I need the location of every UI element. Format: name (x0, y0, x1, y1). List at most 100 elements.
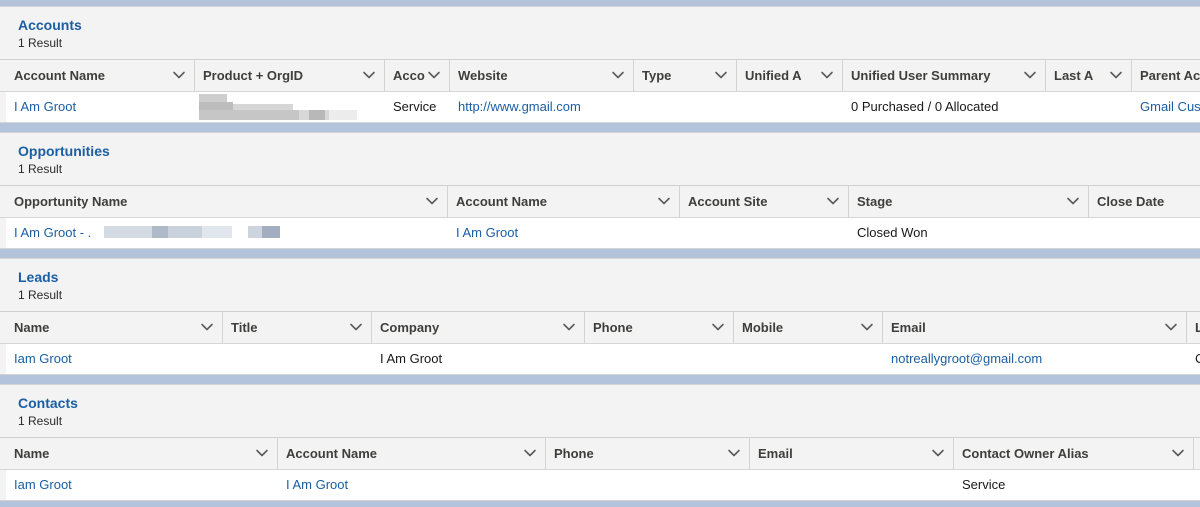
cell-website[interactable]: http://www.gmail.com (450, 92, 634, 122)
chevron-down-icon[interactable] (200, 320, 214, 334)
col-label: Name (14, 320, 50, 335)
redacted-block (199, 110, 299, 120)
account-name-link[interactable]: I Am Groot (456, 225, 518, 241)
col-website[interactable]: Website (450, 60, 634, 92)
chevron-down-icon[interactable] (1164, 320, 1178, 334)
col-label: Product + OrgID (203, 68, 304, 83)
chevron-down-icon[interactable] (931, 446, 945, 460)
col-last-a[interactable]: Last A (1046, 60, 1132, 92)
chevron-down-icon[interactable] (1023, 68, 1037, 82)
col-account-site[interactable]: Account Site (680, 186, 849, 218)
col-contact-owner-alias[interactable]: Contact Owner Alias (954, 438, 1194, 470)
lead-name-link[interactable]: Iam Groot (14, 351, 72, 367)
chevron-down-icon[interactable] (362, 68, 376, 82)
chevron-down-icon[interactable] (172, 68, 186, 82)
website-link[interactable]: http://www.gmail.com (458, 99, 581, 115)
chevron-down-icon[interactable] (711, 320, 725, 334)
chevron-down-icon[interactable] (349, 320, 363, 334)
leads-header: Leads 1 Result (0, 259, 1200, 311)
col-stage[interactable]: Stage (849, 186, 1089, 218)
col-phone[interactable]: Phone (546, 438, 750, 470)
col-unified-a[interactable]: Unified A (737, 60, 843, 92)
col-label: Opportunity Name (14, 194, 128, 209)
chevron-down-icon[interactable] (1109, 68, 1123, 82)
leads-title[interactable]: Leads (18, 269, 58, 286)
chevron-down-icon[interactable] (255, 446, 269, 460)
opportunity-name-link[interactable]: I Am Groot - . (14, 225, 91, 241)
col-account-name[interactable]: Account Name (448, 186, 680, 218)
col-type[interactable]: Type (634, 60, 737, 92)
contacts-section: Contacts 1 Result Name Account Name Phon… (0, 384, 1200, 501)
col-label: Acco (393, 68, 425, 83)
col-phone[interactable]: Phone (585, 312, 734, 344)
cell-phone (585, 344, 734, 374)
contact-name-link[interactable]: Iam Groot (14, 477, 72, 493)
chevron-down-icon[interactable] (523, 446, 537, 460)
opportunities-header: Opportunities 1 Result (0, 133, 1200, 185)
redacted-block (262, 226, 280, 238)
cell-email (750, 470, 954, 500)
cell-close-date (1089, 218, 1200, 248)
cell-email[interactable]: notreallygroot@gmail.com (883, 344, 1187, 374)
col-name[interactable]: Name (6, 312, 223, 344)
col-product-orgid[interactable]: Product + OrgID (195, 60, 385, 92)
redacted-block (199, 94, 227, 102)
col-opportunity-name[interactable]: Opportunity Name (6, 186, 448, 218)
col-mobile[interactable]: Mobile (734, 312, 883, 344)
col-label: Last A (1054, 68, 1094, 83)
chevron-down-icon[interactable] (611, 68, 625, 82)
col-l[interactable]: L (1187, 312, 1200, 344)
opportunities-result-count: 1 Result (18, 162, 63, 176)
col-acco[interactable]: Acco (385, 60, 450, 92)
chevron-down-icon[interactable] (860, 320, 874, 334)
cell-product-orgid (195, 92, 385, 122)
cell-name[interactable]: Iam Groot (6, 344, 223, 374)
leads-header-row: Name Title Company Phone Mobile Email L (0, 312, 1200, 344)
chevron-down-icon[interactable] (427, 68, 441, 82)
col-label: Phone (554, 446, 594, 461)
email-link[interactable]: notreallygroot@gmail.com (891, 351, 1042, 367)
redacted-block (202, 226, 232, 238)
accounts-title[interactable]: Accounts (18, 17, 82, 34)
parent-account-link[interactable]: Gmail Cus (1140, 99, 1200, 115)
chevron-down-icon[interactable] (826, 194, 840, 208)
chevron-down-icon[interactable] (1171, 446, 1185, 460)
col-company[interactable]: Company (372, 312, 585, 344)
chevron-down-icon[interactable] (820, 68, 834, 82)
cell-type (634, 92, 737, 122)
col-email[interactable]: Email (750, 438, 954, 470)
chevron-down-icon[interactable] (657, 194, 671, 208)
cell-name[interactable]: Iam Groot (6, 470, 278, 500)
cell-account-name[interactable]: I Am Groot (448, 218, 680, 248)
cell-opportunity-name[interactable]: I Am Groot - . (6, 218, 448, 248)
cell-parent[interactable]: Gmail Cus (1132, 92, 1200, 122)
table-row: Iam Groot I Am Groot notreallygroot@gmai… (0, 344, 1200, 374)
col-close-date[interactable]: Close Date (1089, 186, 1200, 218)
col-email[interactable]: Email (883, 312, 1187, 344)
col-label: Account Name (456, 194, 548, 209)
col-name[interactable]: Name (6, 438, 278, 470)
col-label: Account Name (286, 446, 378, 461)
account-name-link[interactable]: I Am Groot (14, 99, 76, 115)
cell-stage: Closed Won (849, 218, 1089, 248)
col-title[interactable]: Title (223, 312, 372, 344)
contacts-title[interactable]: Contacts (18, 395, 78, 412)
col-account-name[interactable]: Account Name (278, 438, 546, 470)
contacts-header-row: Name Account Name Phone Email Contact Ow… (0, 438, 1200, 470)
opportunities-title[interactable]: Opportunities (18, 143, 110, 160)
chevron-down-icon[interactable] (1066, 194, 1080, 208)
chevron-down-icon[interactable] (425, 194, 439, 208)
cell-acco: Service (385, 92, 450, 122)
chevron-down-icon[interactable] (714, 68, 728, 82)
cell-account-name[interactable]: I Am Groot (6, 92, 195, 122)
col-parent[interactable]: Parent Ac (1132, 60, 1200, 92)
cell-account-name[interactable]: I Am Groot (278, 470, 546, 500)
col-account-name[interactable]: Account Name (6, 60, 195, 92)
accounts-header-row: Account Name Product + OrgID Acco Websit… (0, 60, 1200, 92)
account-name-link[interactable]: I Am Groot (286, 477, 348, 493)
unified-user-summary-value: 0 Purchased / 0 Allocated (851, 99, 999, 114)
chevron-down-icon[interactable] (727, 446, 741, 460)
col-unified-user-summary[interactable]: Unified User Summary (843, 60, 1046, 92)
col-label: L (1195, 320, 1200, 336)
chevron-down-icon[interactable] (562, 320, 576, 334)
